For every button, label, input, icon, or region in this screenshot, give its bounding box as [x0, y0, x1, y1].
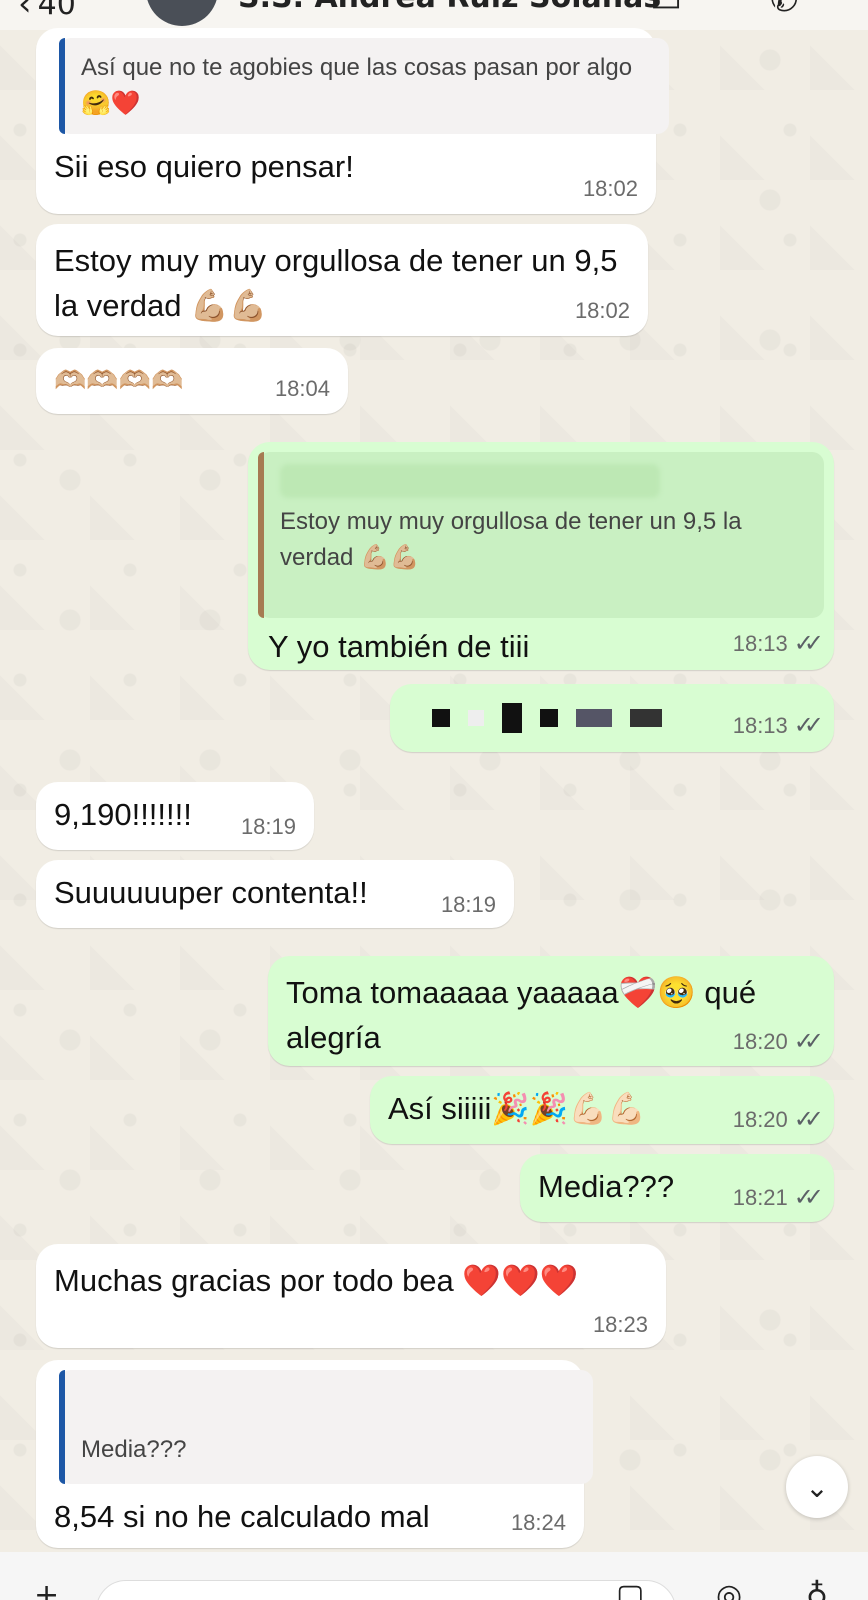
message-time: 18:24 — [510, 1510, 566, 1535]
message-time: 18:04 — [274, 376, 330, 401]
message-status: 18:20 ✓✓ — [732, 1027, 824, 1056]
message-bubble[interactable]: Así que no te agobies que las cosas pasa… — [36, 28, 669, 214]
chevron-left-icon: ‹ — [18, 0, 32, 24]
message-text: Estoy muy muy orgullosa de tener un 9,5 … — [54, 243, 618, 323]
message-time: 18:19 — [440, 892, 496, 917]
avatar[interactable] — [146, 0, 218, 26]
message-time: 18:02 — [582, 176, 638, 201]
message-bubble[interactable]: Media??? 18:21 ✓✓ — [520, 1154, 834, 1222]
camera-icon[interactable]: ◎ — [716, 1578, 742, 1600]
double-check-icon: ✓✓ — [793, 1028, 824, 1055]
message-bubble[interactable]: Muchas gracias por todo bea ❤️❤️❤️ 18:23 — [36, 1244, 666, 1348]
chat-header: ‹ 40 S.S. Andrea Ruiz Solanas ▭ ✆ — [0, 0, 868, 30]
message-input[interactable] — [96, 1580, 676, 1600]
message-time: 18:21 — [732, 1184, 788, 1210]
message-status: 18:13 ✓✓ — [732, 629, 824, 658]
quoted-text: Estoy muy muy orgullosa de tener un 9,5 … — [280, 508, 742, 571]
contact-name[interactable]: S.S. Andrea Ruiz Solanas — [238, 0, 661, 15]
scroll-to-bottom-button[interactable]: ⌄ — [786, 1456, 848, 1518]
double-check-icon: ✓✓ — [793, 1106, 824, 1133]
message-text: 8,54 si no he calculado mal — [54, 1499, 430, 1534]
message-time: 18:13 — [732, 630, 788, 656]
message-bubble[interactable]: Suuuuuuper contenta!! 18:19 — [36, 860, 514, 928]
message-bubble[interactable]: Toma tomaaaaa yaaaaa❤️‍🩹🥹 qué alegría 18… — [268, 956, 834, 1066]
message-text: Sii eso quiero pensar! — [54, 149, 354, 184]
sticker-icon[interactable]: ▢ — [616, 1578, 644, 1600]
back-button[interactable]: ‹ 40 — [18, 0, 76, 24]
message-text: Muchas gracias por todo bea ❤️❤️❤️ — [54, 1263, 579, 1298]
message-bubble[interactable]: 🫶🏼🫶🏼🫶🏼🫶🏼 18:04 — [36, 348, 348, 414]
chevron-down-icon: ⌄ — [805, 1470, 829, 1504]
message-bubble[interactable]: Media??? 8,54 si no he calculado mal 18:… — [36, 1360, 593, 1548]
message-time: 18:19 — [240, 814, 296, 839]
redacted-sender-name — [280, 464, 660, 498]
quoted-text: Media??? — [81, 1436, 187, 1463]
message-text: Suuuuuuper contenta!! — [54, 875, 368, 910]
unread-count: 40 — [37, 0, 76, 22]
message-status: 18:21 ✓✓ — [732, 1183, 824, 1212]
double-check-icon: ✓✓ — [793, 1184, 824, 1211]
quoted-text: Así que no te agobies que las cosas pasa… — [81, 54, 633, 117]
message-bubble[interactable]: 18:13 ✓✓ — [390, 684, 834, 752]
quoted-message[interactable]: Estoy muy muy orgullosa de tener un 9,5 … — [258, 452, 824, 618]
message-bubble[interactable]: Estoy muy muy orgullosa de tener un 9,5 … — [248, 442, 834, 670]
message-bubble[interactable]: 9,190!!!!!!! 18:19 — [36, 782, 314, 850]
message-time: 18:20 — [732, 1028, 788, 1054]
message-bubble[interactable]: Así siiiii🎉🎉💪🏻💪🏻 18:20 ✓✓ — [370, 1076, 834, 1144]
video-camera-icon[interactable]: ▭ — [650, 0, 682, 20]
message-time: 18:23 — [592, 1312, 648, 1337]
quoted-message[interactable]: Media??? — [59, 1370, 593, 1484]
message-time: 18:20 — [732, 1106, 788, 1132]
double-check-icon: ✓✓ — [793, 712, 824, 739]
message-time: 18:02 — [574, 298, 630, 323]
message-status: 18:20 ✓✓ — [732, 1105, 824, 1134]
quoted-message[interactable]: Así que no te agobies que las cosas pasa… — [59, 38, 669, 134]
microphone-icon[interactable]: ♁ — [806, 1578, 828, 1600]
phone-icon[interactable]: ✆ — [770, 0, 799, 20]
plus-icon[interactable]: + — [34, 1578, 59, 1600]
message-bubble[interactable]: Estoy muy muy orgullosa de tener un 9,5 … — [36, 224, 648, 336]
message-status: 18:13 ✓✓ — [732, 711, 824, 740]
message-time: 18:13 — [732, 712, 788, 738]
double-check-icon: ✓✓ — [793, 630, 824, 657]
